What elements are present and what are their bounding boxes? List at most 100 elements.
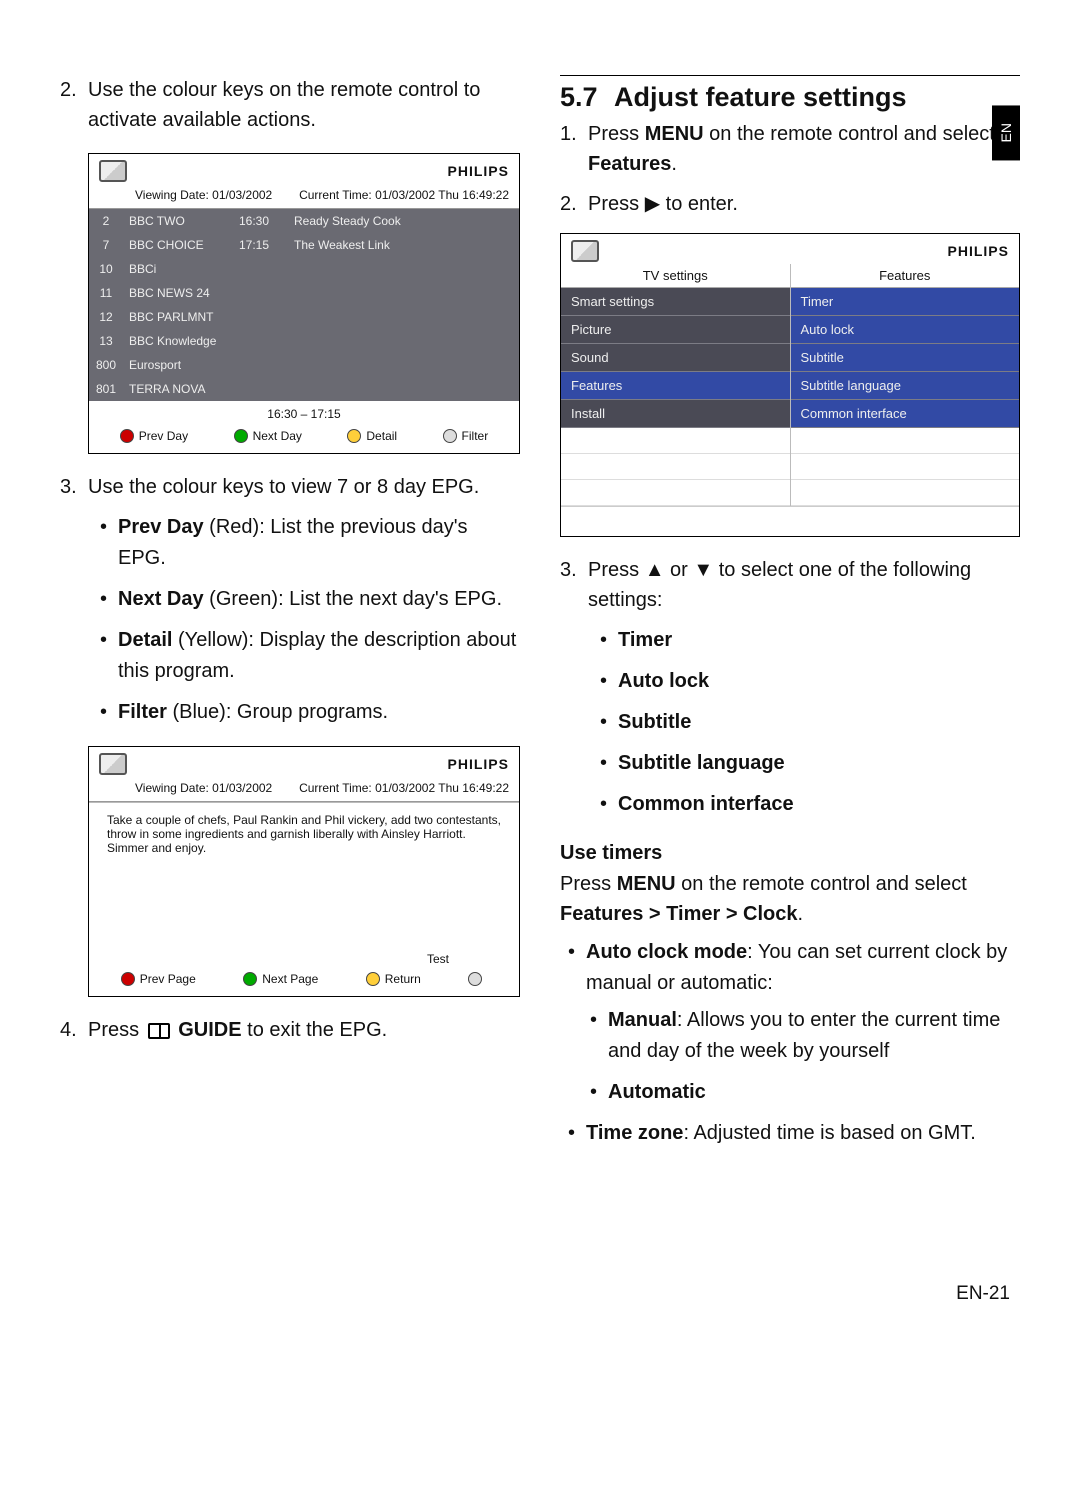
prog-time: 16:30 xyxy=(233,209,288,233)
sub-bullet-automatic: Automatic xyxy=(608,1077,1020,1108)
green-dot-icon xyxy=(234,429,248,443)
step-number: 3. xyxy=(560,555,588,615)
prog-title xyxy=(288,353,519,377)
ch-num: 2 xyxy=(89,209,123,233)
step-text: Press ▶ to enter. xyxy=(588,189,1020,219)
menu-item: Install xyxy=(561,400,790,428)
bullet-detail: Detail (Yellow): Display the description… xyxy=(118,625,520,687)
menu-item-active: Features xyxy=(561,372,790,400)
bullet-auto-clock: Auto clock mode: You can set current clo… xyxy=(586,937,1020,1108)
ch-num: 13 xyxy=(89,329,123,353)
viewing-date: Viewing Date: 01/03/2002 xyxy=(135,781,272,795)
step-number: 2. xyxy=(60,75,88,135)
step-text: Use the colour keys on the remote contro… xyxy=(88,75,520,135)
brand-label: PHILIPS xyxy=(448,163,509,179)
prog-title xyxy=(288,257,519,281)
red-dot-icon xyxy=(120,429,134,443)
right-arrow-icon: ▶ xyxy=(645,189,660,219)
sub-heading: Use timers xyxy=(560,842,1020,865)
ch-name: BBC CHOICE xyxy=(123,233,233,257)
paragraph: Press MENU on the remote control and sel… xyxy=(560,869,1020,929)
channel-list: 2BBC TWO16:30Ready Steady Cook 7BBC CHOI… xyxy=(89,209,519,401)
yellow-label: Detail xyxy=(366,429,397,443)
language-tab: EN xyxy=(992,105,1020,160)
prog-title: Ready Steady Cook xyxy=(288,209,519,233)
prog-title xyxy=(288,329,519,353)
yellow-label: Return xyxy=(385,972,421,986)
ch-num: 800 xyxy=(89,353,123,377)
brand-label: PHILIPS xyxy=(448,756,509,772)
page-number: EN-21 xyxy=(60,1283,1020,1305)
program-description: Take a couple of chefs, Paul Rankin and … xyxy=(89,802,519,952)
setting-item: Subtitle language xyxy=(618,748,1020,779)
prog-time xyxy=(233,329,288,353)
blue-label: Filter xyxy=(462,429,489,443)
time-range: 16:30 – 17:15 xyxy=(89,401,519,423)
sub-bullet-manual: Manual: Allows you to enter the current … xyxy=(608,1005,1020,1067)
ch-name: BBC PARLMNT xyxy=(123,305,233,329)
ch-name: BBC Knowledge xyxy=(123,329,233,353)
prog-time xyxy=(233,353,288,377)
prog-title: The Weakest Link xyxy=(288,233,519,257)
down-arrow-icon: ▼ xyxy=(693,555,713,585)
yellow-dot-icon xyxy=(366,972,380,986)
up-arrow-icon: ▲ xyxy=(645,555,665,585)
epg-detail-box: PHILIPS Viewing Date: 01/03/2002 Current… xyxy=(88,746,520,997)
step-text: Use the colour keys to view 7 or 8 day E… xyxy=(88,472,520,502)
menu-item: Subtitle xyxy=(791,344,1020,372)
ch-name: BBCi xyxy=(123,257,233,281)
bullet-prev-day: Prev Day (Red): List the previous day's … xyxy=(118,512,520,574)
red-dot-icon xyxy=(121,972,135,986)
ch-name: BBC TWO xyxy=(123,209,233,233)
step-text: Press ▲ or ▼ to select one of the follow… xyxy=(588,555,1020,615)
epg-listing-box: PHILIPS Viewing Date: 01/03/2002 Current… xyxy=(88,153,520,454)
prog-title xyxy=(288,377,519,401)
blue-dot-icon xyxy=(468,972,482,986)
ch-name: TERRA NOVA xyxy=(123,377,233,401)
red-label: Prev Page xyxy=(140,972,196,986)
left-column: 2. Use the colour keys on the remote con… xyxy=(60,75,520,1163)
green-label: Next Page xyxy=(262,972,318,986)
tv-icon xyxy=(99,753,127,775)
brand-label: PHILIPS xyxy=(948,243,1009,259)
ch-num: 801 xyxy=(89,377,123,401)
menu-item: Smart settings xyxy=(561,288,790,316)
menu-item: Sound xyxy=(561,344,790,372)
ch-num: 7 xyxy=(89,233,123,257)
setting-item: Subtitle xyxy=(618,707,1020,738)
step-number: 3. xyxy=(60,472,88,502)
menu-item: Auto lock xyxy=(791,316,1020,344)
prog-time: 17:15 xyxy=(233,233,288,257)
test-label: Test xyxy=(89,952,519,966)
green-dot-icon xyxy=(243,972,257,986)
menu-item: Subtitle language xyxy=(791,372,1020,400)
bullet-filter: Filter (Blue): Group programs. xyxy=(118,697,520,728)
tv-icon xyxy=(571,240,599,262)
prog-time xyxy=(233,257,288,281)
ch-num: 10 xyxy=(89,257,123,281)
bullet-next-day: Next Day (Green): List the next day's EP… xyxy=(118,584,520,615)
step-number: 4. xyxy=(60,1015,88,1045)
prog-time xyxy=(233,305,288,329)
bullet-time-zone: Time zone: Adjusted time is based on GMT… xyxy=(586,1118,1020,1149)
step-number: 1. xyxy=(560,119,588,179)
guide-icon xyxy=(148,1023,170,1039)
step-text: Press GUIDE to exit the EPG. xyxy=(88,1015,520,1045)
tv-icon xyxy=(99,160,127,182)
red-label: Prev Day xyxy=(139,429,188,443)
prog-title xyxy=(288,281,519,305)
ch-name: BBC NEWS 24 xyxy=(123,281,233,305)
ch-num: 12 xyxy=(89,305,123,329)
setting-item: Auto lock xyxy=(618,666,1020,697)
prog-title xyxy=(288,305,519,329)
ch-name: Eurosport xyxy=(123,353,233,377)
step-number: 2. xyxy=(560,189,588,219)
ch-num: 11 xyxy=(89,281,123,305)
prog-time xyxy=(233,281,288,305)
tv-menu-box: PHILIPS TV settings Smart settings Pictu… xyxy=(560,233,1020,537)
menu-col-header: TV settings xyxy=(561,264,790,288)
menu-col-header: Features xyxy=(791,264,1020,288)
prog-time xyxy=(233,377,288,401)
current-time: Current Time: 01/03/2002 Thu 16:49:22 xyxy=(299,188,509,202)
yellow-dot-icon xyxy=(347,429,361,443)
